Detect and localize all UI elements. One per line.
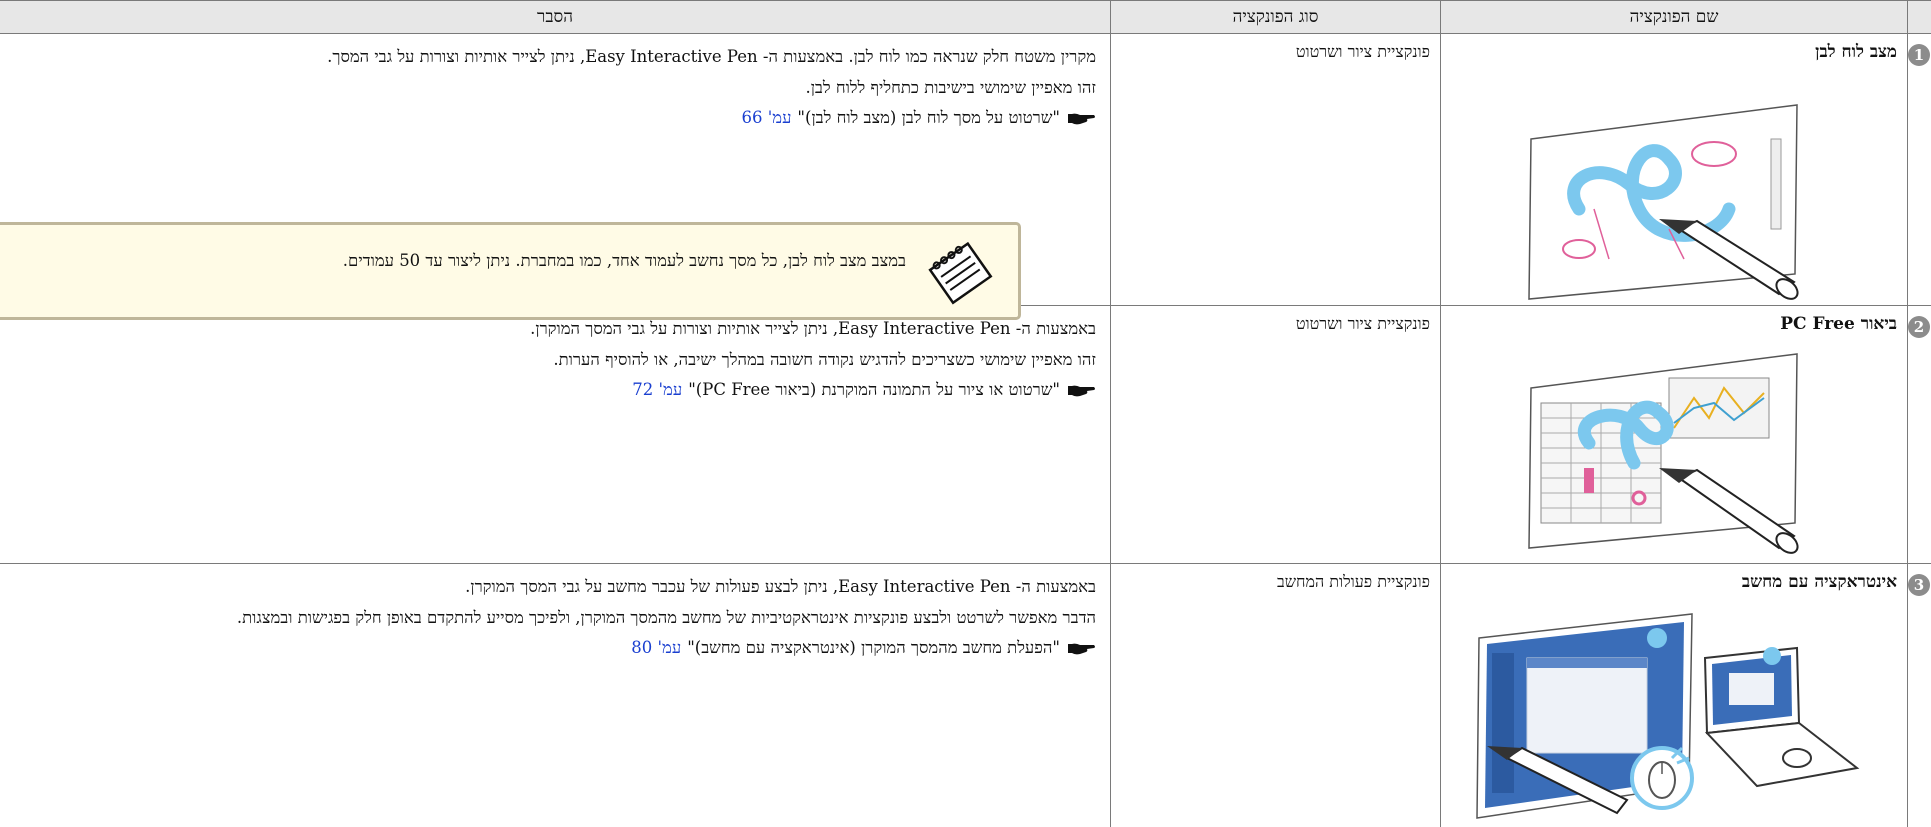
- description-line: באמצעות ה- Easy Interactive Pen, ניתן לב…: [465, 577, 1096, 596]
- description-line: זהו מאפיין שימושי בישיבות כתחליף ללוח לב…: [805, 77, 1096, 97]
- reference-text: "הפעלת מחשב מהמסך המוקרן (אינטראקציה עם …: [687, 638, 1060, 658]
- reference-text: "שרטוט על מסך לוח לבן (מצב לוח לבן)": [797, 108, 1060, 128]
- row-number-cell: 3: [1907, 564, 1931, 827]
- page-link[interactable]: עמ' 72: [632, 375, 682, 406]
- pointing-hand-icon: [1068, 113, 1095, 125]
- description: באמצעות ה- Easy Interactive Pen, ניתן לב…: [14, 572, 1096, 664]
- function-name: אינטראקציה עם מחשב: [1741, 572, 1897, 592]
- header-number-cell: [1907, 1, 1931, 33]
- header-type: סוג הפונקציה: [1110, 1, 1440, 33]
- description: באמצעות ה- Easy Interactive Pen, ניתן לצ…: [14, 314, 1096, 406]
- function-name: ביאור PC Free: [1780, 314, 1897, 334]
- cross-reference: "שרטוט או ציור על התמונה המוקרנת (ביאור …: [14, 375, 1096, 406]
- cross-reference: "שרטוט על מסך לוח לבן (מצב לוח לבן)" עמ'…: [14, 103, 1096, 134]
- description-cell: מקרין משטח חלק שנראה כמו לוח לבן. באמצעו…: [0, 34, 1110, 320]
- function-type: פונקציית ציור ושרטוט: [1295, 314, 1430, 333]
- function-type: פונקציית פעולות המחשב: [1276, 572, 1430, 591]
- description-cell: באמצעות ה- Easy Interactive Pen, ניתן לב…: [0, 564, 1110, 827]
- function-type-cell: פונקציית ציור ושרטוט: [1110, 34, 1440, 305]
- header-name: שם הפונקציה: [1440, 1, 1907, 33]
- table-header: שם הפונקציה סוג הפונקציה הסבר: [0, 0, 1931, 34]
- pc-free-annotation-illustration: [1528, 353, 1799, 554]
- pointing-hand-icon: [1068, 385, 1095, 397]
- functions-table: שם הפונקציה סוג הפונקציה הסבר 1 מצב לוח …: [0, 0, 1931, 827]
- description-line: באמצעות ה- Easy Interactive Pen, ניתן לצ…: [530, 319, 1096, 338]
- description-cell: באמצעות ה- Easy Interactive Pen, ניתן לצ…: [0, 306, 1110, 563]
- note-text: במצב מצב לוח לבן, כל מסך נחשב לעמוד אחד,…: [342, 251, 906, 270]
- function-name-cell: אינטראקציה עם מחשב: [1440, 564, 1907, 827]
- reference-text: "שרטוט או ציור על התמונה המוקרנת (ביאור …: [688, 380, 1060, 400]
- page-link[interactable]: עמ' 66: [742, 103, 792, 134]
- cross-reference: "הפעלת מחשב מהמסך המוקרן (אינטראקציה עם …: [14, 633, 1096, 664]
- row-number-badge: 1: [1908, 44, 1930, 66]
- table-row: 3 אינטראקציה עם מחשב פונקציית פעולות המח…: [0, 564, 1931, 827]
- description-line: הדבר מאפשר לשרטט ולבצע פונקציות אינטראקט…: [236, 607, 1096, 627]
- row-number-badge: 2: [1908, 316, 1930, 338]
- function-name-cell: מצב לוח לבן: [1440, 34, 1907, 305]
- function-type-cell: פונקציית ציור ושרטוט: [1110, 306, 1440, 563]
- header-description: הסבר: [537, 7, 573, 27]
- function-type: פונקציית ציור ושרטוט: [1295, 42, 1430, 61]
- description-line: זהו מאפיין שימושי כשצריכים להדגיש נקודה …: [553, 349, 1096, 369]
- page-link[interactable]: עמ' 80: [631, 633, 681, 664]
- function-type-cell: פונקציית פעולות המחשב: [1110, 564, 1440, 827]
- row-number-badge: 3: [1908, 574, 1930, 596]
- notepad-icon: [928, 241, 993, 305]
- description: מקרין משטח חלק שנראה כמו לוח לבן. באמצעו…: [14, 42, 1096, 134]
- whiteboard-illustration: [1528, 104, 1799, 300]
- table-row: 1 מצב לוח לבן פונקציית ציור ושרטוט מקרין…: [0, 34, 1931, 320]
- function-name-cell: ביאור PC Free: [1440, 306, 1907, 563]
- computer-interaction-illustration: [1476, 613, 1860, 819]
- row-number-cell: 2: [1907, 306, 1931, 563]
- table-row: 2 ביאור PC Free פונקציית ציור ושרטוט באמ…: [0, 306, 1931, 564]
- pointing-hand-icon: [1068, 643, 1095, 655]
- function-name: מצב לוח לבן: [1815, 42, 1897, 62]
- row-number-cell: 1: [1907, 34, 1931, 305]
- description-line: מקרין משטח חלק שנראה כמו לוח לבן. באמצעו…: [327, 47, 1096, 66]
